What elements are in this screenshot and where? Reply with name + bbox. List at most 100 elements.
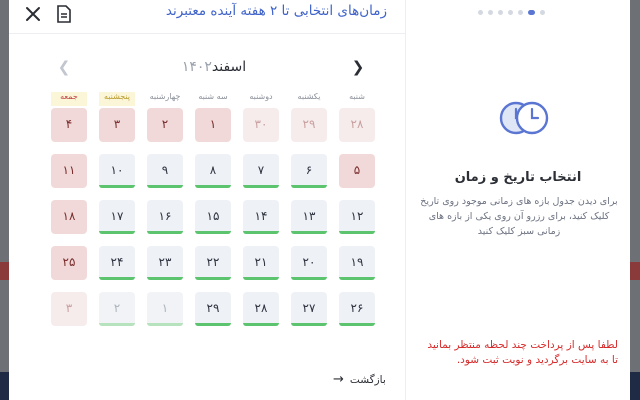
- calendar-day[interactable]: ۱۳: [291, 200, 327, 234]
- calendar-day[interactable]: ۲۸: [339, 108, 375, 142]
- month-year: ۱۴۰۲: [181, 59, 212, 75]
- calendar-day-number: ۵: [353, 163, 361, 177]
- calendar-day[interactable]: ۴: [51, 108, 87, 142]
- weekday-label: یکشنبه: [297, 92, 321, 101]
- backdrop-banner-right: [629, 262, 640, 280]
- availability-bar: [195, 277, 231, 280]
- calendar-grid: ۲۸ ۲۹ ۳۰ ۱ ۲ ۳ ۴ ۵ ۶ ۷ ۸ ۹ ۱۰ ۱۱ ۱۲ ۱۳ ۱۴ ۱۵ ۱۶ ۱۷ ۱۸ ۱۹ ۲۰ ۲۱ ۲…: [49, 108, 375, 326]
- calendar-day[interactable]: ۲۶: [339, 292, 375, 326]
- availability-bar: [291, 231, 327, 234]
- clock-icon: [496, 100, 552, 136]
- availability-bar: [99, 231, 135, 234]
- calendar-week-row: ۱۹ ۲۰ ۲۱ ۲۲ ۲۳ ۲۴ ۲۵: [49, 246, 375, 280]
- calendar-day[interactable]: ۲۲: [195, 246, 231, 280]
- calendar-day[interactable]: ۱: [195, 108, 231, 142]
- weekday-label: سه شنبه: [198, 92, 228, 101]
- back-label: بازگشت: [349, 374, 386, 386]
- calendar-day-number: ۹: [161, 163, 169, 177]
- availability-bar: [99, 323, 135, 326]
- calendar-day-number: ۲۲: [206, 255, 220, 269]
- calendar-day[interactable]: ۲۸: [243, 292, 279, 326]
- calendar-day-number: ۲۹: [206, 301, 220, 315]
- calendar-day[interactable]: ۷: [243, 154, 279, 188]
- payment-warning: لطفا پس از پرداخت چند لحظه منتظر بمانید …: [427, 339, 618, 366]
- availability-bar: [195, 323, 231, 326]
- calendar-day[interactable]: ۶: [291, 154, 327, 188]
- calendar-day[interactable]: ۲: [99, 292, 135, 326]
- calendar-day[interactable]: ۱۵: [195, 200, 231, 234]
- calendar-day-number: ۲۸: [254, 301, 268, 315]
- calendar-day-number: ۴: [65, 117, 73, 131]
- calendar-day-number: ۲۴: [110, 255, 124, 269]
- calendar-day-number: ۳۰: [254, 117, 268, 131]
- step-dot-active: [528, 10, 535, 15]
- availability-bar: [243, 231, 279, 234]
- calendar-day-number: ۲۵: [62, 255, 76, 269]
- calendar-day[interactable]: ۲۷: [291, 292, 327, 326]
- calendar-day[interactable]: ۱۶: [147, 200, 183, 234]
- calendar-day[interactable]: ۲۱: [243, 246, 279, 280]
- calendar-day-number: ۱۴: [254, 209, 268, 223]
- calendar-day[interactable]: ۱: [147, 292, 183, 326]
- calendar-day[interactable]: ۱۲: [339, 200, 375, 234]
- calendar-day[interactable]: ۳۰: [243, 108, 279, 142]
- calendar-day[interactable]: ۵: [339, 154, 375, 188]
- calendar-day-number: ۱: [209, 117, 217, 131]
- calendar-day[interactable]: ۳: [51, 292, 87, 326]
- step-indicator: [478, 10, 545, 15]
- calendar-day-number: ۱۷: [110, 209, 124, 223]
- calendar-day[interactable]: ۱۸: [51, 200, 87, 234]
- next-month-chevron-icon[interactable]: ❯: [349, 58, 367, 78]
- calendar-day[interactable]: ۲۹: [195, 292, 231, 326]
- calendar-day-number: ۲۷: [302, 301, 316, 315]
- calendar-day[interactable]: ۲۴: [99, 246, 135, 280]
- availability-bar: [243, 185, 279, 188]
- calendar-day-number: ۱۲: [350, 209, 364, 223]
- step-dot: [498, 10, 503, 15]
- calendar-day-number: ۲: [113, 301, 121, 315]
- close-icon[interactable]: [23, 4, 43, 24]
- weekday-header: شنبه یکشنبه دوشنبه سه شنبه چهارشنبه پنجشنبه جم…: [49, 92, 375, 106]
- calendar-day-number: ۱۱: [62, 163, 76, 177]
- calendar-day-number: ۲۶: [350, 301, 364, 315]
- availability-bar: [291, 185, 327, 188]
- calendar-day-number: ۱۰: [110, 163, 124, 177]
- calendar-day-number: ۲۱: [254, 255, 268, 269]
- step-dot: [518, 10, 523, 15]
- availability-bar: [147, 185, 183, 188]
- info-description: برای دیدن جدول بازه های زمانی موجود روی …: [420, 196, 618, 237]
- calendar-day[interactable]: ۸: [195, 154, 231, 188]
- availability-bar: [339, 277, 375, 280]
- calendar-day-number: ۱۶: [158, 209, 172, 223]
- calendar-day[interactable]: ۱۷: [99, 200, 135, 234]
- back-button[interactable]: بازگشت →: [333, 372, 386, 387]
- calendar-day-number: ۱۹: [350, 255, 364, 269]
- calendar-day[interactable]: ۲۳: [147, 246, 183, 280]
- calendar-day[interactable]: ۱۴: [243, 200, 279, 234]
- calendar-day[interactable]: ۲۹: [291, 108, 327, 142]
- step-dot: [540, 10, 545, 15]
- calendar-day-number: ۱: [161, 301, 169, 315]
- calendar-day[interactable]: ۲۰: [291, 246, 327, 280]
- calendar-day-number: ۲۸: [350, 117, 364, 131]
- document-icon[interactable]: [55, 4, 73, 24]
- calendar-day-number: ۲۹: [302, 117, 316, 131]
- calendar-panel: زمان‌های انتخابی تا ۲ هفته آینده معتبرند…: [9, 0, 405, 400]
- calendar-week-row: ۲۶ ۲۷ ۲۸ ۲۹ ۱ ۲ ۳: [49, 292, 375, 326]
- calendar-day[interactable]: ۳: [99, 108, 135, 142]
- calendar-day[interactable]: ۱۰: [99, 154, 135, 188]
- calendar-day[interactable]: ۲۵: [51, 246, 87, 280]
- calendar-day-number: ۲: [161, 117, 169, 131]
- calendar-day-number: ۱۵: [206, 209, 220, 223]
- backdrop-banner-left: [0, 262, 9, 280]
- calendar-day-number: ۳: [65, 301, 73, 315]
- step-dot: [478, 10, 483, 15]
- calendar-day[interactable]: ۱۱: [51, 154, 87, 188]
- availability-bar: [147, 277, 183, 280]
- calendar-day-number: ۸: [209, 163, 217, 177]
- calendar-day-number: ۶: [305, 163, 313, 177]
- calendar-day[interactable]: ۲: [147, 108, 183, 142]
- availability-bar: [195, 231, 231, 234]
- calendar-day[interactable]: ۱۹: [339, 246, 375, 280]
- calendar-day[interactable]: ۹: [147, 154, 183, 188]
